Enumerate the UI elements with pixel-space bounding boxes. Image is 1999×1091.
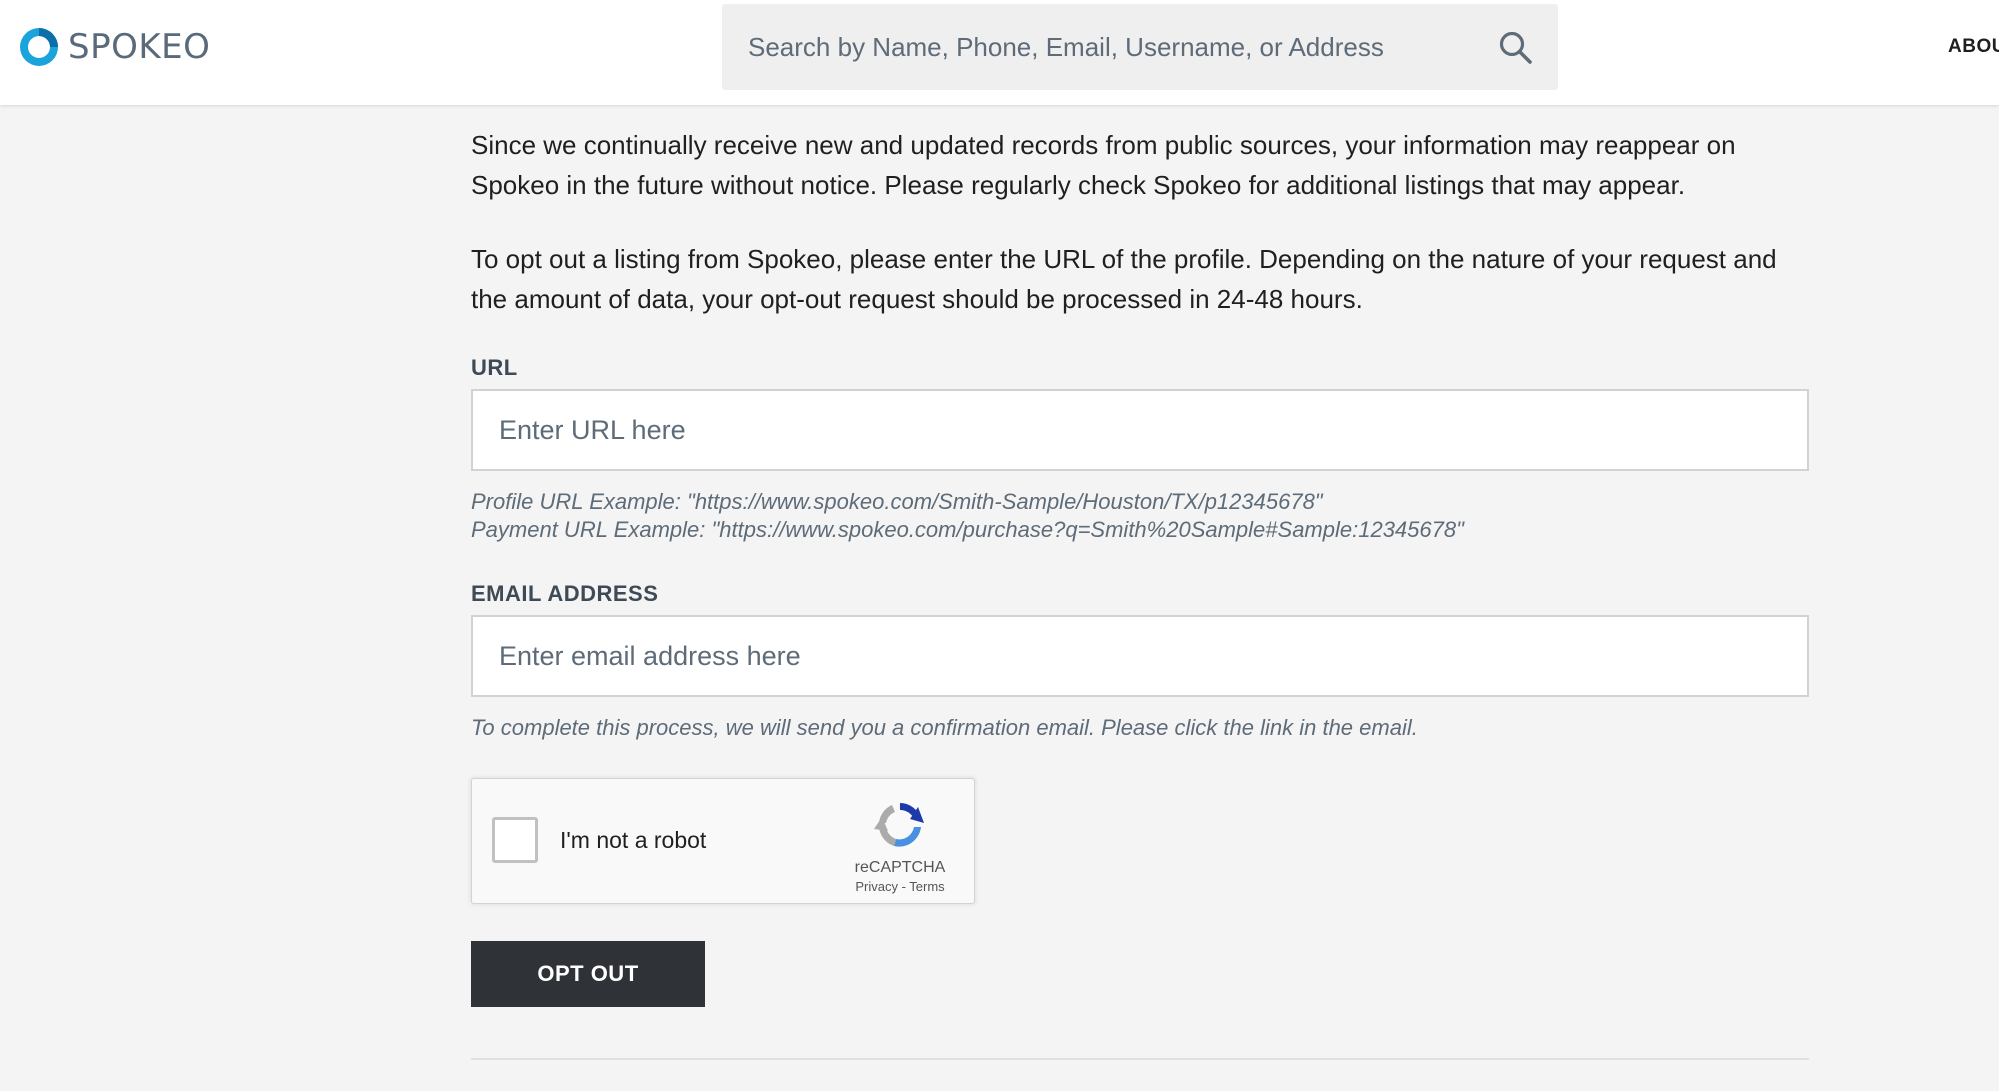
recaptcha-privacy-link[interactable]: Privacy [855,879,898,894]
recaptcha-links: Privacy - Terms [822,879,978,894]
opt-out-instructions: To opt out a listing from Spokeo, please… [471,244,1777,314]
recaptcha-widget: I'm not a robot reCAPTCHA Privacy - Term… [471,778,975,904]
spokeo-logo[interactable]: SPOKEO [18,24,210,70]
recaptcha-link-separator: - [897,879,910,894]
email-label: EMAIL ADDRESS [471,581,659,606]
email-input[interactable] [471,615,1809,697]
spokeo-logo-icon [20,28,58,66]
recaptcha-brand: reCAPTCHA [854,859,946,876]
reappear-notice: Since we continually receive new and upd… [471,130,1736,200]
profile-url-example: Profile URL Example: "https://www.spokeo… [471,489,1323,514]
site-header: SPOKEO ABOUT [0,0,1999,105]
payment-url-example: Payment URL Example: "https://www.spokeo… [471,517,1464,542]
opt-out-button[interactable]: OPT OUT [471,941,705,1007]
search-icon[interactable] [1498,30,1534,66]
search-input[interactable] [722,4,1462,90]
section-divider [471,1058,1809,1060]
recaptcha-icon [874,803,924,847]
email-confirmation-hint: To complete this process, we will send y… [471,715,1418,740]
url-input[interactable] [471,389,1809,471]
recaptcha-terms-link[interactable]: Terms [909,879,944,894]
url-label: URL [471,355,518,380]
nav-about-link[interactable]: ABOUT [1948,36,1999,58]
logo-text: SPOKEO [68,27,211,67]
search-bar [722,4,1558,90]
recaptcha-checkbox[interactable] [492,817,538,863]
recaptcha-label: I'm not a robot [560,827,707,853]
